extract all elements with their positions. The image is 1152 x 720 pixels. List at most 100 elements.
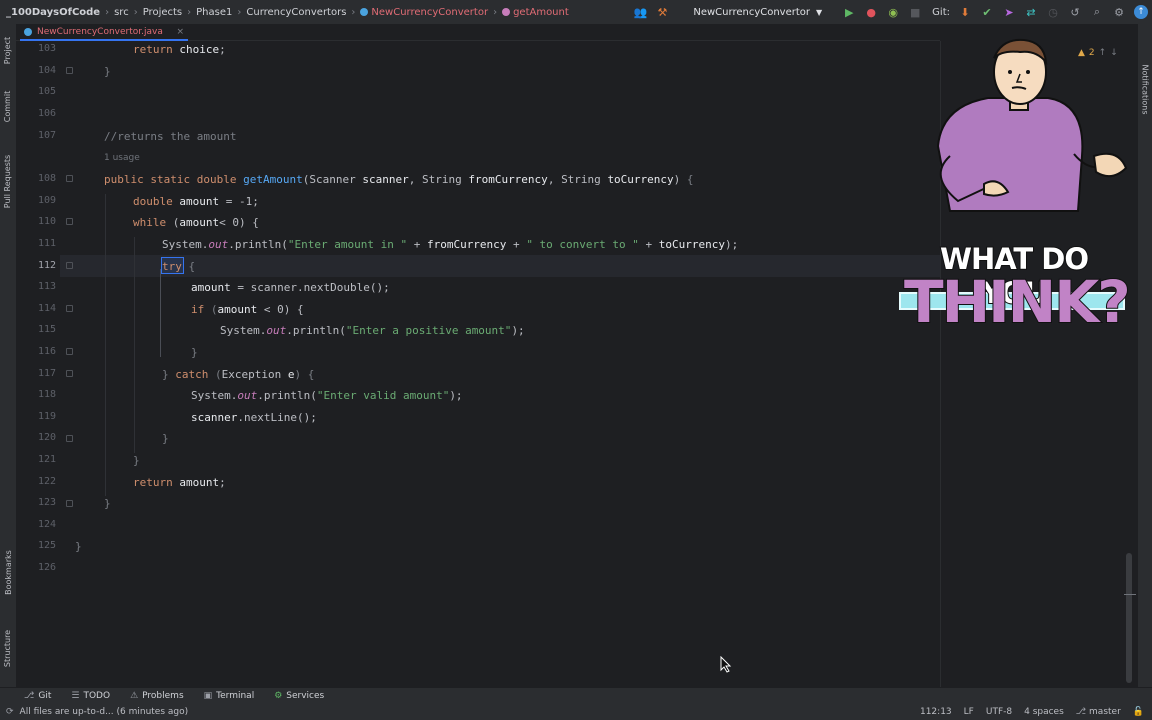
breadcrumb-method[interactable]: getAmount: [513, 7, 569, 18]
tool-tab-bookmarks[interactable]: Bookmarks: [0, 544, 16, 600]
mouse-pointer-icon: [720, 656, 732, 673]
fold-marker-icon[interactable]: [66, 262, 73, 269]
code-class: System: [191, 389, 231, 402]
line-separator[interactable]: LF: [964, 707, 974, 717]
breadcrumb-src[interactable]: src: [114, 7, 129, 18]
rollback-icon[interactable]: ↺: [1064, 0, 1086, 24]
search-icon[interactable]: ⌕: [1086, 0, 1108, 24]
tool-tab-notifications[interactable]: Notifications: [1138, 54, 1152, 124]
stop-icon[interactable]: ■: [904, 0, 926, 24]
lock-icon[interactable]: 🔓: [1133, 707, 1144, 717]
left-tool-strip: Project Commit Pull Requests Bookmarks S…: [0, 24, 16, 687]
tool-window-todo[interactable]: ☰ TODO: [71, 691, 110, 701]
editor-tabs: NewCurrencyConvertor.java ×: [16, 24, 940, 41]
code-punct: ;: [219, 476, 226, 489]
indent-guide: [105, 194, 106, 496]
debug-icon[interactable]: ●: [860, 0, 882, 24]
fold-marker-icon[interactable]: [66, 67, 73, 74]
breadcrumb-separator: ›: [105, 6, 110, 18]
code-method-call: nextLine: [243, 411, 297, 424]
tool-tab-commit[interactable]: Commit: [0, 86, 16, 126]
breadcrumb-separator: ›: [237, 6, 242, 18]
breadcrumb-projects[interactable]: Projects: [143, 7, 182, 18]
method-icon: [502, 8, 511, 16]
fold-marker-icon[interactable]: [66, 175, 73, 182]
tool-tab-bookmarks-label: Bookmarks: [3, 549, 13, 595]
indent-setting[interactable]: 4 spaces: [1024, 707, 1064, 717]
tool-tab-project[interactable]: Project: [0, 30, 16, 70]
tool-tab-pull-requests[interactable]: Pull Requests: [0, 146, 16, 216]
git-update-icon[interactable]: ⬇: [954, 0, 976, 24]
fold-marker-icon[interactable]: [66, 370, 73, 377]
editor-tab-label: NewCurrencyConvertor.java: [37, 26, 163, 37]
git-pull-request-icon[interactable]: ⇄: [1020, 0, 1042, 24]
breadcrumb-phase1[interactable]: Phase1: [196, 7, 232, 18]
close-icon[interactable]: ×: [176, 27, 184, 37]
code-string: "Enter amount in ": [287, 238, 408, 251]
vcs-status-icon[interactable]: ⟳: [6, 707, 14, 717]
code-line-110: while (amount< 0) {: [133, 216, 259, 229]
tool-window-services-label: Services: [286, 691, 325, 701]
fold-marker-icon[interactable]: [66, 348, 73, 355]
breadcrumb-separator: ›: [351, 6, 356, 18]
usage-hint[interactable]: 1 usage: [104, 153, 140, 163]
avatar[interactable]: ↑: [1130, 0, 1152, 24]
class-icon: [360, 8, 369, 16]
tool-window-git[interactable]: ⎇ Git: [24, 691, 51, 701]
code-line-123: }: [104, 497, 111, 510]
settings-icon[interactable]: ⚙: [1108, 0, 1130, 24]
tool-tab-project-label: Project: [3, 36, 13, 64]
code-identifier: amount: [179, 195, 220, 208]
file-encoding[interactable]: UTF-8: [986, 707, 1012, 717]
code-class: System: [220, 324, 260, 337]
status-bar: ⟳ All files are up-to-d... (6 minutes ag…: [0, 704, 1152, 720]
code-keyword: double: [133, 195, 173, 208]
tool-tab-structure[interactable]: Structure: [0, 622, 16, 674]
user-icon[interactable]: 👥: [629, 0, 651, 24]
code-punct: {: [181, 260, 196, 273]
tool-tab-commit-label: Commit: [3, 90, 13, 122]
editor-scrollbar[interactable]: [1126, 553, 1132, 683]
fold-marker-icon[interactable]: [66, 305, 73, 312]
tool-window-problems[interactable]: ⚠ Problems: [130, 691, 184, 701]
git-branch-widget[interactable]: ⎇ master: [1076, 707, 1121, 717]
tool-window-services[interactable]: ⚙ Services: [274, 691, 324, 701]
editor-tab-active[interactable]: NewCurrencyConvertor.java ×: [20, 24, 188, 41]
fold-marker-icon[interactable]: [66, 218, 73, 225]
history-icon[interactable]: ◷: [1042, 0, 1064, 24]
code-punct: ();: [369, 281, 390, 294]
code-type: String: [561, 173, 601, 186]
code-punct: = -1;: [219, 195, 259, 208]
code-class: System: [162, 238, 202, 251]
git-push-icon[interactable]: ➤: [998, 0, 1020, 24]
code-line-104: }: [104, 65, 111, 78]
code-class: Exception: [221, 368, 282, 381]
breadcrumb-file[interactable]: NewCurrencyConvertor: [371, 7, 488, 18]
coverage-icon[interactable]: ◉: [882, 0, 904, 24]
code-param: toCurrency: [607, 173, 674, 186]
build-hammer-icon[interactable]: ⚒: [651, 0, 673, 24]
code-line-111: System.out.println("Enter amount in " + …: [162, 238, 739, 251]
breadcrumb-project[interactable]: _100DaysOfCode: [6, 7, 100, 18]
line-number: 107: [37, 130, 56, 141]
tool-window-terminal[interactable]: ▣ Terminal: [204, 691, 255, 701]
problems-icon: ⚠: [130, 691, 139, 701]
code-keyword: return: [133, 476, 173, 489]
code-punct: ();: [296, 411, 317, 424]
fold-marker-icon[interactable]: [66, 435, 73, 442]
caret-position[interactable]: 112:13: [920, 707, 952, 717]
line-number: 106: [37, 108, 56, 119]
code-string: "Enter valid amount": [316, 389, 450, 402]
code-punct: ;: [219, 43, 226, 56]
fold-marker-icon[interactable]: [66, 500, 73, 507]
code-editor[interactable]: return choice; } //returns the amount 1 …: [60, 41, 940, 687]
git-commit-icon[interactable]: ✔: [976, 0, 998, 24]
breadcrumb-currencyconvertors[interactable]: CurrencyConvertors: [246, 7, 346, 18]
run-icon[interactable]: ▶: [838, 0, 860, 24]
code-field: out: [208, 238, 229, 251]
line-number: 119: [37, 411, 56, 422]
line-number: 122: [37, 476, 56, 487]
status-message[interactable]: All files are up-to-d... (6 minutes ago): [20, 707, 189, 717]
scrollbar-marker: [1124, 594, 1136, 595]
run-configuration-selector[interactable]: NewCurrencyConvertor ▼: [685, 3, 830, 21]
